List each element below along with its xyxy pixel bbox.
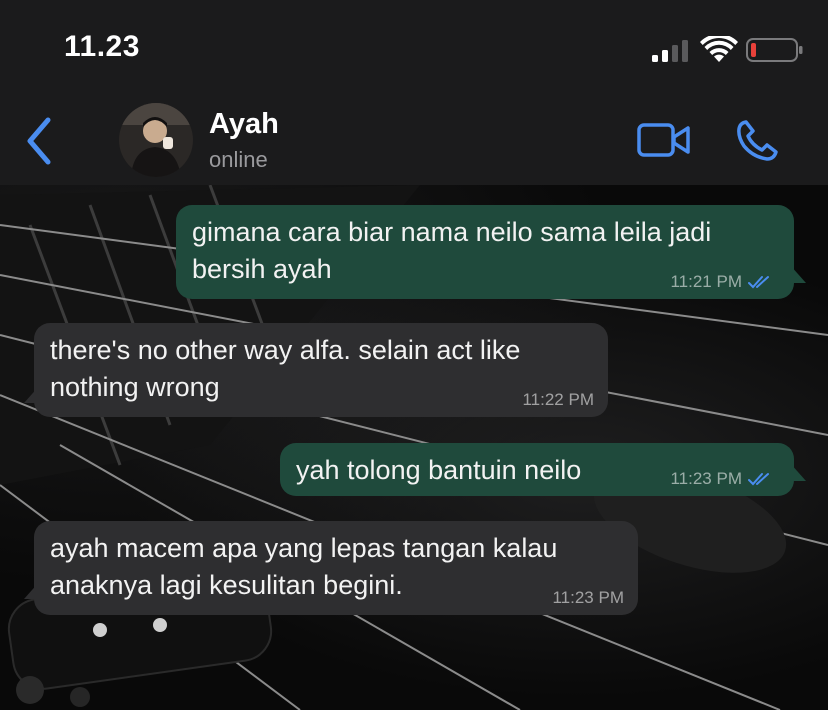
battery-low-icon xyxy=(746,38,803,62)
video-camera-icon xyxy=(637,123,690,157)
read-ticks-icon xyxy=(748,276,769,289)
message-meta: 11:23 PM xyxy=(552,589,624,607)
top-bar: 11.23 Ayah online xyxy=(0,0,828,185)
phone-icon xyxy=(737,120,778,161)
message-meta: 11:22 PM xyxy=(522,391,594,409)
message-meta: 11:23 PM xyxy=(670,470,772,488)
video-call-button[interactable] xyxy=(636,120,692,160)
read-ticks-icon xyxy=(748,473,769,486)
message-bubble-outgoing[interactable]: gimana cara biar nama neilo sama leila j… xyxy=(176,205,794,299)
avatar[interactable] xyxy=(119,103,193,177)
message-text: ayah macem apa yang lepas tangan kalau an… xyxy=(50,533,558,600)
avatar-image xyxy=(119,103,193,177)
message-meta: 11:21 PM xyxy=(670,273,772,291)
contact-status: online xyxy=(209,147,268,172)
message-bubble-outgoing[interactable]: yah tolong bantuin neilo 11:23 PM xyxy=(280,443,794,496)
back-button[interactable] xyxy=(22,116,56,166)
message-bubble-incoming[interactable]: there's no other way alfa. selain act li… xyxy=(34,323,608,417)
status-time: 11.23 xyxy=(64,30,140,63)
message-time: 11:22 PM xyxy=(522,390,594,409)
chevron-left-icon xyxy=(27,117,51,165)
message-time: 11:21 PM xyxy=(670,272,742,291)
cellular-signal-icon xyxy=(652,40,688,62)
message-time: 11:23 PM xyxy=(670,469,742,488)
message-bubble-incoming[interactable]: ayah macem apa yang lepas tangan kalau an… xyxy=(34,521,638,615)
message-text: there's no other way alfa. selain act li… xyxy=(50,335,521,402)
message-time: 11:23 PM xyxy=(552,588,624,607)
contact-name[interactable]: Ayah xyxy=(209,108,279,141)
chat-area[interactable]: gimana cara biar nama neilo sama leila j… xyxy=(0,185,828,710)
voice-call-button[interactable] xyxy=(736,118,782,162)
wifi-icon xyxy=(700,36,738,62)
